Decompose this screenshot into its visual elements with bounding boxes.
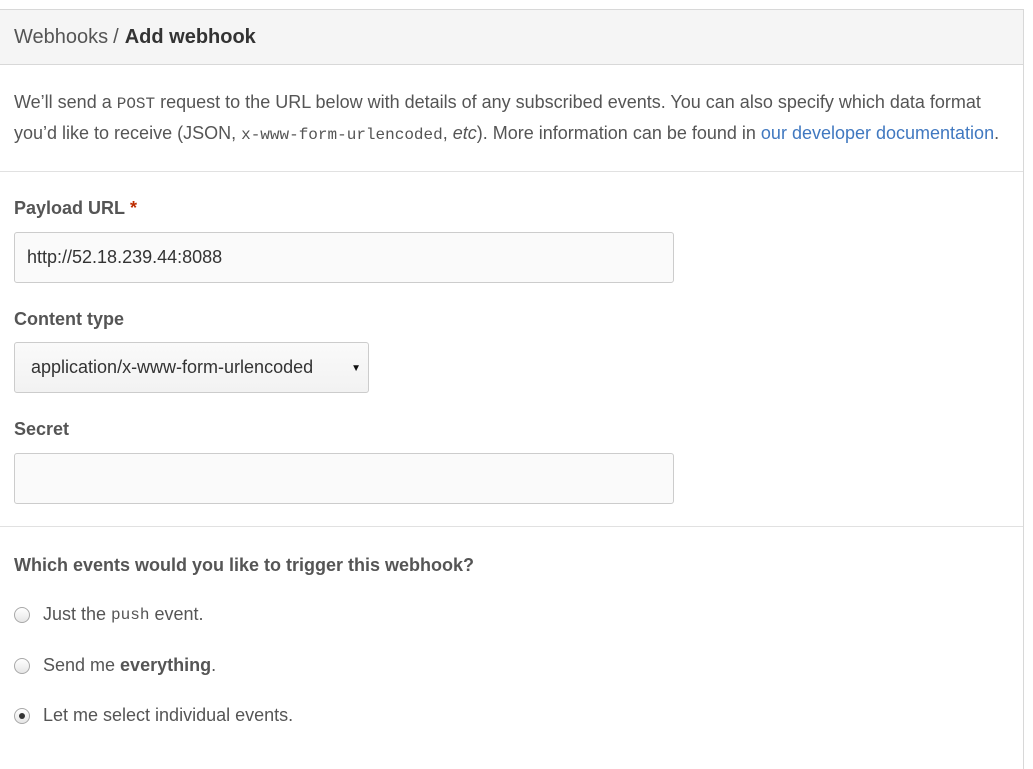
everything-bold-text: everything (120, 655, 212, 675)
webhook-form: Payload URL* Content type application/x-… (0, 172, 1023, 527)
intro-text-part: . (994, 123, 1000, 143)
radio-label-everything-prefix: Send me (43, 655, 116, 675)
secret-label: Secret (14, 419, 70, 439)
events-title: Which events would you like to trigger t… (14, 555, 475, 575)
radio-button-push[interactable] (14, 606, 30, 623)
page-title: Add webhook (124, 25, 256, 48)
webhook-panel: Webhooks / Add webhook We’ll send a POST… (0, 9, 1024, 769)
radio-label-push-prefix: Just the (43, 604, 107, 624)
caret-down-icon: ▼ (351, 363, 361, 374)
radio-option-individual[interactable]: Let me select individual events. (14, 705, 293, 726)
page-header: Webhooks / Add webhook (0, 10, 1023, 65)
intro-text-part: ). More information can be found in (476, 123, 761, 143)
radio-label-individual: Let me select individual events. (43, 705, 294, 725)
radio-option-everything[interactable]: Send me everything. (14, 655, 216, 676)
required-marker: * (130, 198, 138, 218)
intro-text: We’ll send a POST request to the URL bel… (0, 65, 1023, 172)
breadcrumb-separator: / (113, 25, 119, 48)
payload-url-input[interactable] (14, 232, 674, 283)
developer-docs-link[interactable]: our developer documentation (761, 123, 994, 143)
radio-button-individual[interactable] (14, 707, 30, 724)
events-section: Which events would you like to trigger t… (0, 527, 1023, 737)
secret-input[interactable] (14, 453, 674, 504)
content-type-select[interactable]: application/x-www-form-urlencoded ▼ (14, 342, 369, 393)
radio-label-push-suffix: event. (154, 604, 204, 624)
intro-text-part: We’ll send a (14, 92, 117, 112)
format-code: x-www-form-urlencoded (241, 126, 443, 144)
payload-url-label: Payload URL * (14, 198, 137, 219)
push-code: push (111, 605, 150, 624)
payload-url-label-text: Payload URL (14, 198, 126, 218)
breadcrumb-webhooks-link[interactable]: Webhooks (14, 26, 108, 49)
etc-text: etc (452, 123, 477, 143)
post-code: POST (116, 95, 156, 113)
content-type-label: Content type (14, 309, 124, 329)
radio-option-push[interactable]: Just the push event. (14, 604, 204, 625)
content-type-selected-value: application/x-www-form-urlencoded (31, 357, 314, 377)
intro-text-part: , (442, 123, 453, 143)
radio-label-everything-suffix: . (211, 655, 217, 675)
radio-button-everything[interactable] (14, 657, 30, 674)
